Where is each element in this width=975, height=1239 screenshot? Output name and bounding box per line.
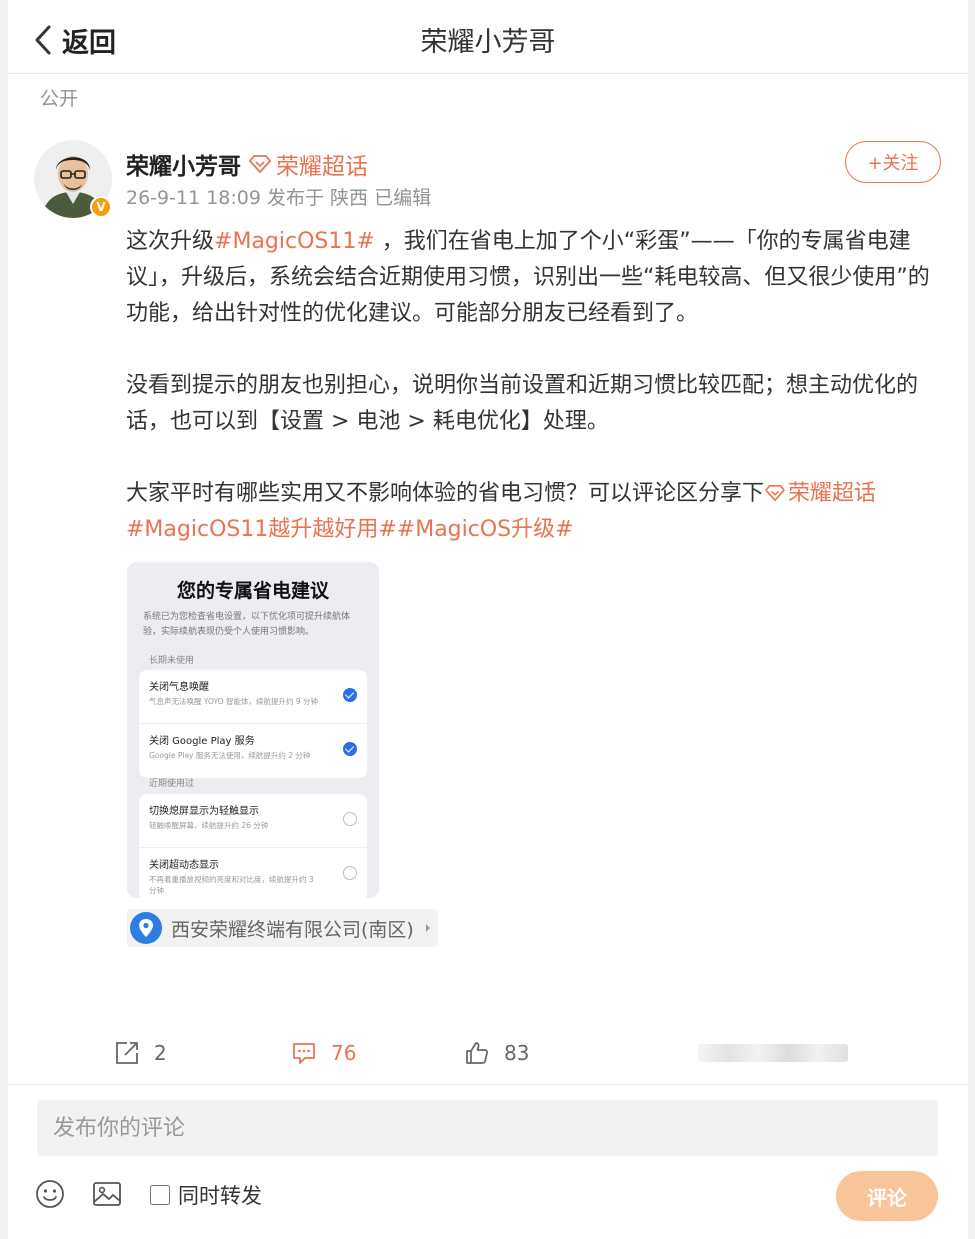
post-image[interactable]: 您的专属省电建议 系统已为您检查省电设置，以下优化项可提升续航体验，实际续航表现… <box>127 562 379 898</box>
option-title: 关闭 Google Play 服务 <box>149 736 255 747</box>
comment-button[interactable]: 76 <box>291 1036 356 1070</box>
checked-icon <box>343 688 357 702</box>
obscured-area <box>698 1044 848 1062</box>
post-meta: 26-9-11 18:09 发布于 陕西 已编辑 <box>126 183 431 210</box>
repost-count: 2 <box>154 1041 167 1065</box>
hashtag-link[interactable]: #MagicOS11越升越好用# <box>126 517 397 542</box>
submit-comment-button[interactable]: 评论 <box>836 1171 938 1221</box>
paragraph-3-text: 大家平时有哪些实用又不影响体验的省电习惯？可以评论区分享下 <box>126 481 765 506</box>
post-source: 发布于 陕西 <box>267 187 369 209</box>
image-option-row: 关闭超动态显示 不再着重播放视频的亮度和对比度，续航提升约 3 分钟 <box>139 848 367 898</box>
like-button[interactable]: 83 <box>464 1036 529 1070</box>
repost-checkbox[interactable] <box>150 1185 170 1205</box>
super-topic-link[interactable]: 荣耀超话 <box>248 147 368 181</box>
diamond-icon <box>765 484 785 502</box>
repost-toggle[interactable]: 同时转发 <box>150 1180 262 1210</box>
paragraph-3: 大家平时有哪些实用又不影响体验的省电习惯？可以评论区分享下 荣耀超话 #MagicO… <box>126 476 941 548</box>
emoji-button[interactable] <box>34 1178 66 1210</box>
location-tag[interactable]: 西安荣耀终端有限公司(南区) <box>127 909 438 947</box>
unchecked-icon <box>343 812 357 826</box>
diamond-icon <box>249 155 271 173</box>
option-subtitle: 不再着重播放视频的亮度和对比度，续航提升约 3 分钟 <box>149 875 314 895</box>
page-title: 荣耀小芳哥 <box>420 27 556 58</box>
image-card: 关闭气息唤醒 气息声无法唤醒 YOYO 智能体，续航提升约 9 分钟 关闭 Go… <box>139 670 367 778</box>
image-card: 切换熄屏显示为轻触显示 轻触唤醒屏幕，续航提升约 26 分钟 关闭超动态显示 不… <box>139 794 367 898</box>
post-detail-page: 返回 荣耀小芳哥 公开 V 荣耀小芳哥 荣耀超话 26-9-11 18:09 发… <box>8 0 968 1239</box>
location-pin-icon <box>130 912 162 944</box>
image-section-label: 近期使用过 <box>149 779 195 789</box>
share-icon <box>116 1042 138 1064</box>
option-title: 关闭超动态显示 <box>149 860 219 871</box>
thumbs-up-icon <box>466 1042 488 1064</box>
author-name[interactable]: 荣耀小芳哥 <box>126 147 241 181</box>
hashtag-link[interactable]: #MagicOS11# <box>214 229 375 254</box>
checked-icon <box>343 742 357 756</box>
image-option-row: 关闭气息唤醒 气息声无法唤醒 YOYO 智能体，续航提升约 9 分钟 <box>139 670 367 724</box>
image-title: 您的专属省电建议 <box>176 580 329 602</box>
edited-flag: 已编辑 <box>374 187 432 209</box>
visibility-label: 公开 <box>40 88 79 110</box>
super-topic-inline-link[interactable]: 荣耀超话 <box>764 481 876 506</box>
image-upload-button[interactable] <box>91 1178 123 1210</box>
paragraph-1-pre: 这次升级 <box>126 229 215 254</box>
divider <box>8 1084 968 1085</box>
super-topic-label: 荣耀超话 <box>276 154 368 180</box>
image-description: 系统已为您检查省电设置，以下优化项可提升续航体验，实际续航表现仍受个人使用习惯影… <box>143 612 351 637</box>
location-name: 西安荣耀终端有限公司(南区) <box>171 918 414 941</box>
paragraph-1: 这次升级#MagicOS11# ，我们在省电上加了个小“彩蛋”——「你的专属省电… <box>126 224 941 332</box>
post-time: 26-9-11 18:09 <box>126 187 261 209</box>
chevron-right-icon <box>425 924 430 932</box>
follow-button[interactable]: +关注 <box>845 141 941 183</box>
image-option-row: 关闭 Google Play 服务 Google Play 服务无法使用，续航提… <box>139 724 367 778</box>
image-section-label: 长期未使用 <box>149 656 195 666</box>
image-icon <box>93 1182 121 1206</box>
emoji-icon <box>36 1180 64 1208</box>
option-subtitle: 气息声无法唤醒 YOYO 智能体，续航提升约 9 分钟 <box>149 697 319 706</box>
option-subtitle: Google Play 服务无法使用，续航提升约 2 分钟 <box>149 751 311 760</box>
option-title: 切换熄屏显示为轻触显示 <box>149 806 259 817</box>
top-bar: 返回 荣耀小芳哥 <box>8 0 968 74</box>
hashtag-link[interactable]: #MagicOS升级# <box>397 517 574 542</box>
super-topic-inline-label: 荣耀超话 <box>788 481 877 506</box>
image-option-row: 切换熄屏显示为轻触显示 轻触唤醒屏幕，续航提升约 26 分钟 <box>139 794 367 848</box>
comment-icon <box>293 1043 315 1064</box>
comment-count: 76 <box>331 1041 357 1065</box>
option-title: 关闭气息唤醒 <box>149 682 209 693</box>
repost-button[interactable]: 2 <box>114 1036 167 1070</box>
verified-badge: V <box>90 196 112 218</box>
comment-input[interactable] <box>37 1100 938 1156</box>
unchecked-icon <box>343 866 357 880</box>
like-count: 83 <box>504 1041 530 1065</box>
repost-label: 同时转发 <box>178 1184 262 1208</box>
paragraph-2: 没看到提示的朋友也别担心，说明你当前设置和近期习惯比较匹配；想主动优化的话，也可… <box>126 373 919 434</box>
option-subtitle: 轻触唤醒屏幕，续航提升约 26 分钟 <box>149 821 269 830</box>
post-text: 这次升级#MagicOS11# ，我们在省电上加了个小“彩蛋”——「你的专属省电… <box>126 224 941 548</box>
